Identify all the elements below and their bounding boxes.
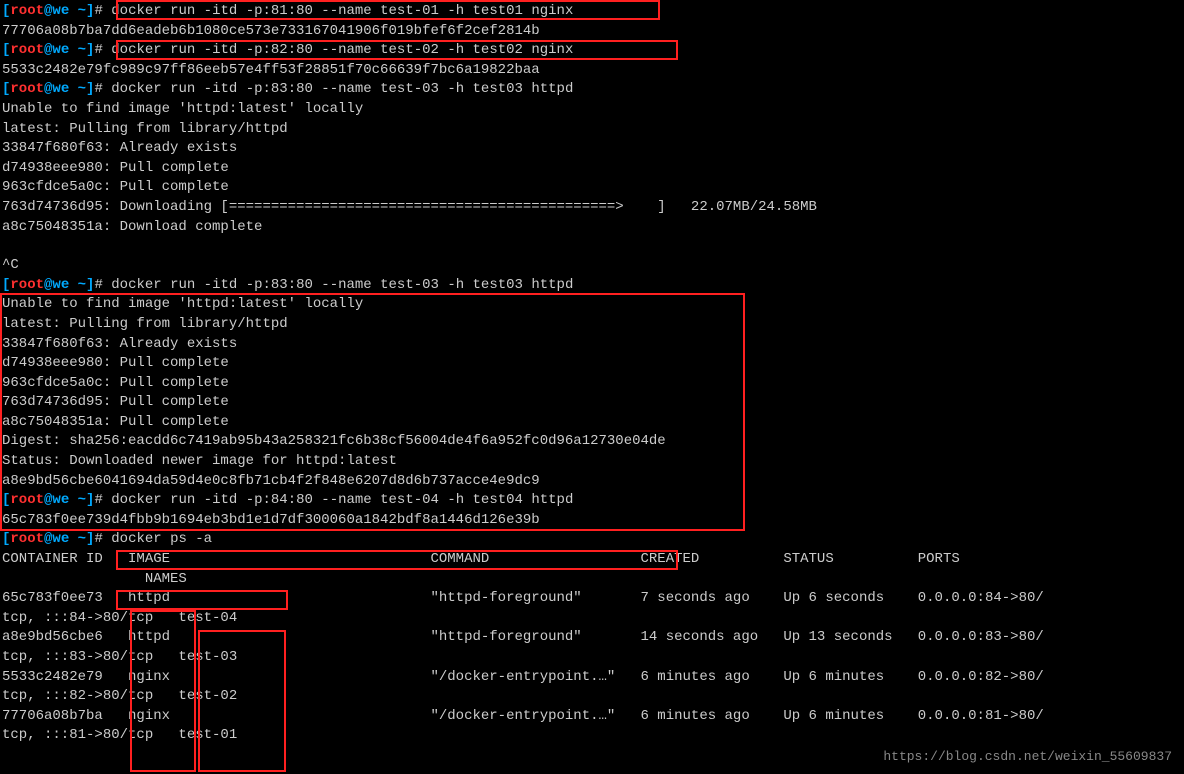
- ps-header2: NAMES: [2, 570, 1182, 590]
- prompt-dir: ~: [69, 3, 86, 19]
- command-text[interactable]: docker run -itd -p:83:80 --name test-03 …: [111, 277, 573, 293]
- output-hash: 77706a08b7ba7dd6eadeb6b1080ce573e7331670…: [2, 22, 1182, 42]
- output-text: Digest: sha256:eacdd6c7419ab95b43a258321…: [2, 432, 1182, 452]
- output-text: latest: Pulling from library/httpd: [2, 315, 1182, 335]
- table-row: tcp, :::81->80/tcp test-01: [2, 726, 1182, 746]
- table-row: a8e9bd56cbe6 httpd "httpd-foreground" 14…: [2, 628, 1182, 648]
- output-text: 763d74736d95: Downloading [=============…: [2, 198, 1182, 218]
- table-row: 65c783f0ee73 httpd "httpd-foreground" 7 …: [2, 589, 1182, 609]
- ps-header: CONTAINER ID IMAGE COMMAND CREATED STATU…: [2, 550, 1182, 570]
- prompt-user: root: [10, 3, 44, 19]
- command-text[interactable]: docker run -itd -p:81:80 --name test-01 …: [111, 3, 573, 19]
- command-text[interactable]: docker run -itd -p:82:80 --name test-02 …: [111, 42, 573, 58]
- output-text: 33847f680f63: Already exists: [2, 335, 1182, 355]
- prompt-host: we: [52, 3, 69, 19]
- command-text[interactable]: docker ps -a: [111, 531, 212, 547]
- output-text: Status: Downloaded newer image for httpd…: [2, 452, 1182, 472]
- command-text[interactable]: docker run -itd -p:83:80 --name test-03 …: [111, 81, 573, 97]
- table-row: tcp, :::84->80/tcp test-04: [2, 609, 1182, 629]
- watermark: https://blog.csdn.net/weixin_55609837: [883, 748, 1172, 766]
- output-text: d74938eee980: Pull complete: [2, 159, 1182, 179]
- terminal-line: [root@we ~]# docker run -itd -p:83:80 --…: [2, 80, 1182, 100]
- output-text: 963cfdce5a0c: Pull complete: [2, 178, 1182, 198]
- terminal-line: [root@we ~]# docker ps -a: [2, 530, 1182, 550]
- table-row: 77706a08b7ba nginx "/docker-entrypoint.……: [2, 707, 1182, 727]
- blank-line: [2, 237, 1182, 256]
- output-text: a8c75048351a: Download complete: [2, 218, 1182, 238]
- command-text[interactable]: docker run -itd -p:84:80 --name test-04 …: [111, 492, 573, 508]
- terminal-line: [root@we ~]# docker run -itd -p:83:80 --…: [2, 276, 1182, 296]
- table-row: tcp, :::82->80/tcp test-02: [2, 687, 1182, 707]
- table-row: 5533c2482e79 nginx "/docker-entrypoint.……: [2, 668, 1182, 688]
- output-text: Unable to find image 'httpd:latest' loca…: [2, 100, 1182, 120]
- output-text: 33847f680f63: Already exists: [2, 139, 1182, 159]
- ctrl-c: ^C: [2, 256, 1182, 276]
- output-text: 763d74736d95: Pull complete: [2, 393, 1182, 413]
- output-hash: a8e9bd56cbe6041694da59d4e0c8fb71cb4f2f84…: [2, 472, 1182, 492]
- output-text: a8c75048351a: Pull complete: [2, 413, 1182, 433]
- prompt-hash: #: [94, 3, 111, 19]
- output-text: latest: Pulling from library/httpd: [2, 120, 1182, 140]
- terminal-line: [root@we ~]# docker run -itd -p:81:80 --…: [2, 2, 1182, 22]
- terminal-line: [root@we ~]# docker run -itd -p:82:80 --…: [2, 41, 1182, 61]
- output-text: 963cfdce5a0c: Pull complete: [2, 374, 1182, 394]
- output-hash: 5533c2482e79fc989c97ff86eeb57e4ff53f2885…: [2, 61, 1182, 81]
- table-row: tcp, :::83->80/tcp test-03: [2, 648, 1182, 668]
- output-text: Unable to find image 'httpd:latest' loca…: [2, 295, 1182, 315]
- output-hash: 65c783f0ee739d4fbb9b1694eb3bd1e1d7df3000…: [2, 511, 1182, 531]
- terminal-line: [root@we ~]# docker run -itd -p:84:80 --…: [2, 491, 1182, 511]
- output-text: d74938eee980: Pull complete: [2, 354, 1182, 374]
